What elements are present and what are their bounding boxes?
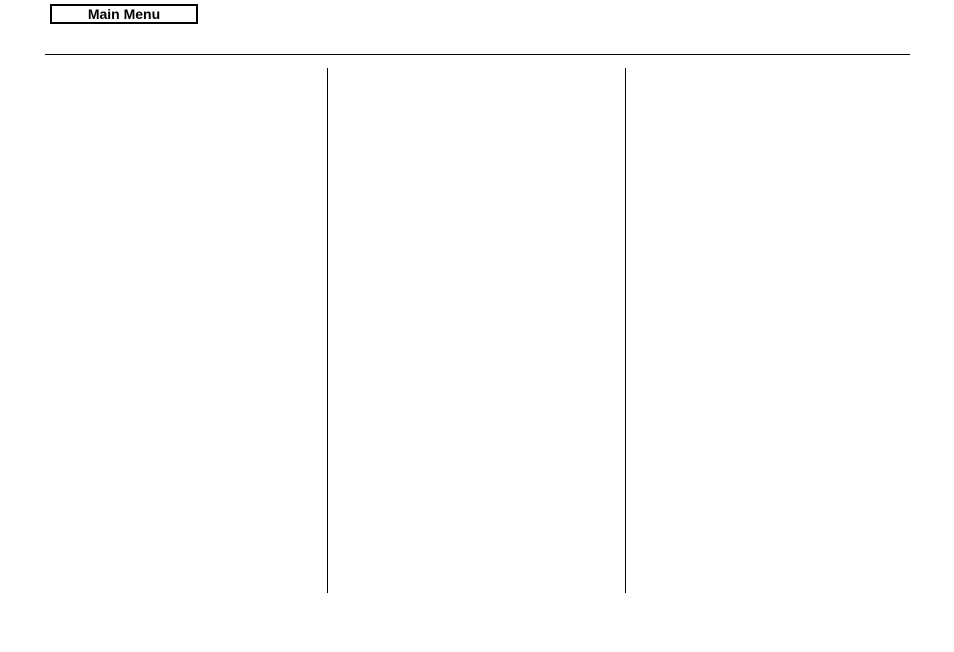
main-menu-label: Main Menu (88, 6, 160, 22)
vertical-divider-right (625, 68, 626, 593)
horizontal-divider (45, 54, 910, 55)
main-menu-button[interactable]: Main Menu (50, 4, 198, 24)
vertical-divider-left (327, 68, 328, 593)
